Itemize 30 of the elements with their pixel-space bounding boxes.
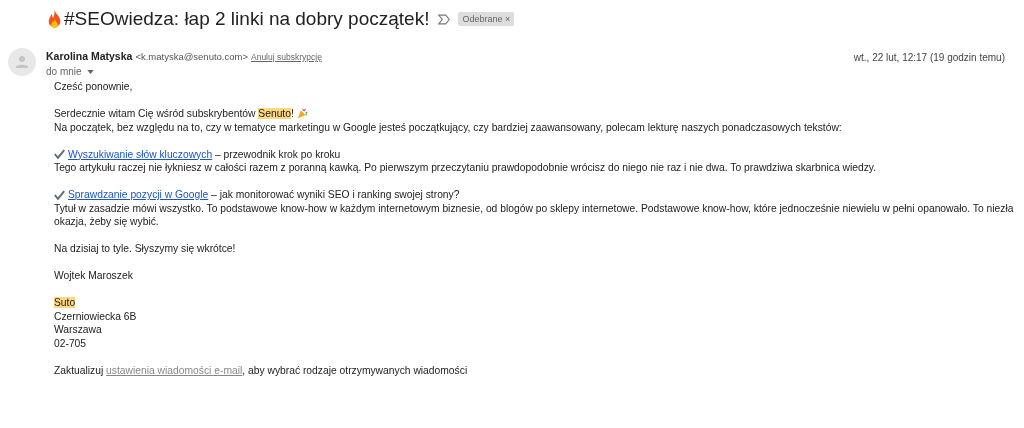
article-title-text: Sprawdzanie pozycji w Google – jak monitorować wyniki SEO i ranking swojej strony? [68,188,460,202]
remove-label-button[interactable]: × [504,14,511,24]
party-popper-icon [296,108,308,120]
email-date: wt., 22 lut, 12:17 (19 godzin temu) [853,52,1005,63]
avatar-icon [8,48,36,76]
sender-name: Karolina Matyska [46,50,133,62]
label-chip[interactable]: Odebrane × [458,12,515,26]
check-mark-icon [54,189,65,200]
caret-icon[interactable] [86,69,94,74]
footer-text: Zaktualizuj ustawienia wiadomości e-mail, aby wybrać rodzaje otrzymywanych wiadomości [54,363,469,377]
address-line: Czerniowiecka 6B [54,310,137,322]
article-description: Tytuł w zasadzie mówi wszystko. To podstawowe know-how w każdym internetowym biznesie, od blogów po sklepy internetowe. Podstawowe know-how, które jednocześnie niewielu w pełni opanowało. To niezła okazja, żeby się wybić. [54,201,1015,229]
address-line: Warszawa [54,324,102,335]
sender-email: <k.matyska@senuto.com> [135,51,248,62]
article-link[interactable]: Sprawdzanie pozycji w Google [68,189,209,200]
email-subject: #SEOwiedza: łap 2 linki na dobry początek! [64,8,430,30]
greeting-text: Cześć ponownie, [54,80,134,94]
article-link[interactable]: Wyszukiwanie słów kluczowych [68,148,213,160]
address-line: 02-705 [54,337,87,349]
article-title-text: Wyszukiwanie słów kluczowych – przewodnik krok po kroku [68,147,341,161]
recipient-label: do mnie [46,66,82,77]
closing-text: Na dzisiaj to tyle. Słyszymy się wkrótce! [54,242,237,256]
fire-icon [46,9,63,29]
article-description: Tego artykułu raczej nie łykniesz w całości razem z poranną kawką. Po pierwszym przeczytaniu prawdopodobnie wrócisz do niego nie raz i nie dwa. To prawdziwa skarbnica wiedzy. [54,161,878,175]
welcome-text: Serdecznie witam Cię wśród subskrybentów Senuto! [54,107,294,121]
unsubscribe-link[interactable]: Anuluj subskrypcję [251,52,322,62]
signature-name: Wojtek Maroszek [54,269,134,283]
check-mark-icon [54,149,65,160]
importance-marker-icon[interactable] [437,13,452,25]
intro-text: Na początek, bez względu na to, czy w tematyce marketingu w Google jesteś początkujący, czy bardziej zaawansowany, polecam lekturę naszych ponadczasowych tekstów: [54,120,843,134]
